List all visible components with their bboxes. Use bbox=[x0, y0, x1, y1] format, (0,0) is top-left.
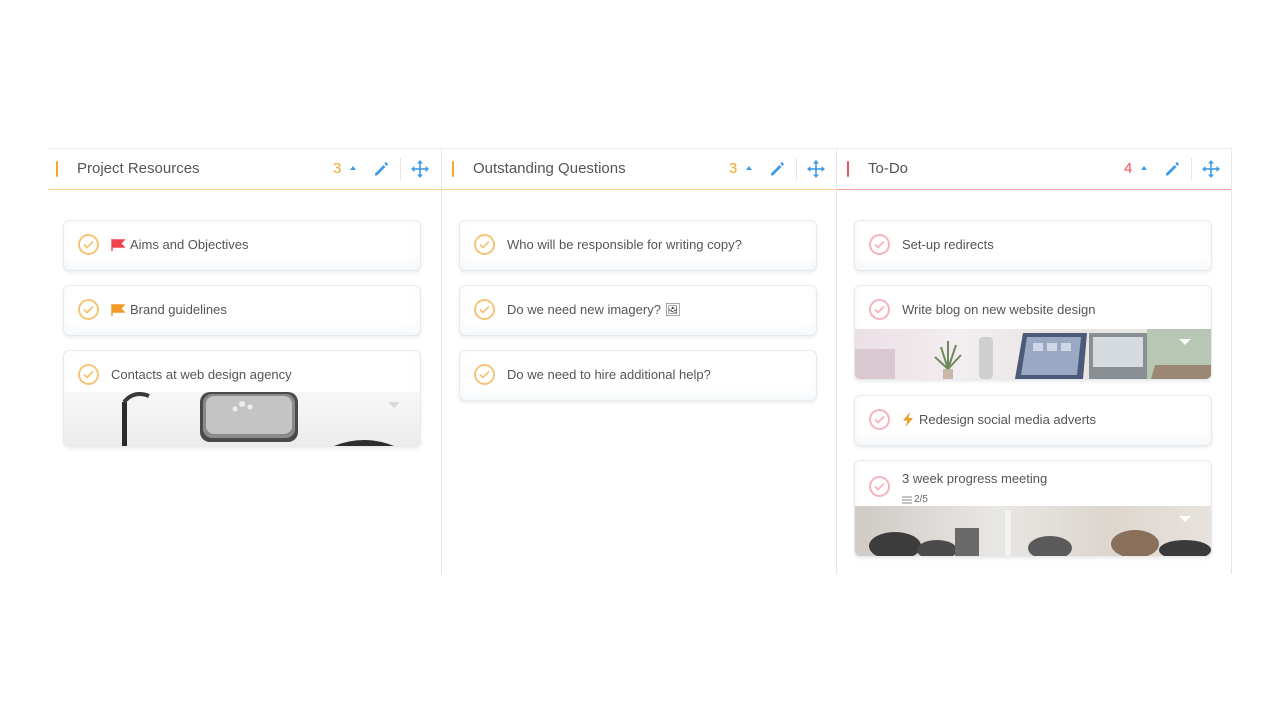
orange-flag-icon bbox=[111, 303, 125, 316]
complete-check-icon[interactable] bbox=[869, 234, 890, 255]
collapse-caret-icon[interactable] bbox=[746, 166, 752, 170]
card-aims-and-objectives[interactable]: Aims and Objectives bbox=[63, 220, 421, 271]
edit-pencil-icon[interactable] bbox=[768, 160, 786, 178]
card-new-imagery[interactable]: Do we need new imagery? 🖼 bbox=[459, 285, 817, 336]
card-writing-copy[interactable]: Who will be responsible for writing copy… bbox=[459, 220, 817, 271]
card-title: Contacts at web design agency bbox=[111, 367, 292, 382]
lightning-bolt-icon bbox=[903, 412, 913, 427]
header-divider bbox=[400, 158, 401, 180]
card-brand-guidelines[interactable]: Brand guidelines bbox=[63, 285, 421, 336]
edit-pencil-icon[interactable] bbox=[1163, 160, 1181, 178]
complete-check-icon[interactable] bbox=[869, 409, 890, 430]
card-title: Set-up redirects bbox=[902, 237, 994, 252]
card-redesign-social-media-adverts[interactable]: Redesign social media adverts bbox=[854, 395, 1212, 446]
expand-image-chevron-icon[interactable] bbox=[1179, 339, 1191, 345]
checklist-icon bbox=[902, 496, 912, 503]
card-3-week-progress-meeting[interactable]: 3 week progress meeting 2/5 bbox=[854, 460, 1212, 557]
collapse-caret-icon[interactable] bbox=[350, 166, 356, 170]
complete-check-icon[interactable] bbox=[78, 299, 99, 320]
move-arrows-icon[interactable] bbox=[806, 159, 826, 179]
column-card-count: 4 bbox=[1124, 160, 1133, 177]
complete-check-icon[interactable] bbox=[869, 299, 890, 320]
column-outstanding-questions: Outstanding Questions 3 Who will be resp… bbox=[441, 149, 836, 574]
column-card-count: 3 bbox=[333, 160, 342, 177]
column-title: Project Resources bbox=[77, 160, 200, 177]
column-accent-bar bbox=[847, 161, 849, 177]
collapse-caret-icon[interactable] bbox=[1141, 166, 1147, 170]
card-cover-image[interactable] bbox=[855, 506, 1211, 556]
card-title: Do we need new imagery? 🖼 bbox=[507, 302, 682, 317]
column-card-count: 3 bbox=[729, 160, 738, 177]
move-arrows-icon[interactable] bbox=[410, 159, 430, 179]
edit-pencil-icon[interactable] bbox=[372, 160, 390, 178]
card-title: 3 week progress meeting bbox=[902, 471, 1048, 486]
expand-image-chevron-icon[interactable] bbox=[388, 402, 400, 408]
card-title: Redesign social media adverts bbox=[919, 412, 1097, 427]
column-project-resources: Project Resources 3 Aims and Objectives … bbox=[48, 149, 441, 574]
kanban-board: Project Resources 3 Aims and Objectives … bbox=[48, 148, 1232, 574]
move-arrows-icon[interactable] bbox=[1201, 159, 1221, 179]
column-accent-bar bbox=[452, 161, 454, 177]
header-divider bbox=[1191, 158, 1192, 180]
complete-check-icon[interactable] bbox=[869, 476, 890, 497]
column-header: To-Do 4 bbox=[837, 149, 1231, 190]
card-title: Write blog on new website design bbox=[902, 302, 1096, 317]
column-header: Project Resources 3 bbox=[48, 149, 441, 190]
card-title: Brand guidelines bbox=[130, 302, 227, 317]
card-contacts-at-web-design-agency[interactable]: Contacts at web design agency bbox=[63, 350, 421, 447]
card-title: Aims and Objectives bbox=[130, 237, 249, 252]
column-accent-bar bbox=[56, 161, 58, 177]
expand-image-chevron-icon[interactable] bbox=[1179, 516, 1191, 522]
card-cover-image[interactable] bbox=[64, 392, 420, 446]
column-title: Outstanding Questions bbox=[473, 160, 626, 177]
red-flag-icon bbox=[111, 238, 125, 251]
complete-check-icon[interactable] bbox=[78, 234, 99, 255]
card-cover-image[interactable] bbox=[855, 329, 1211, 379]
column-to-do: To-Do 4 Set-up redirects Write blog on n… bbox=[836, 149, 1232, 574]
column-title: To-Do bbox=[868, 160, 909, 177]
checklist-progress: 2/5 bbox=[902, 494, 928, 505]
complete-check-icon[interactable] bbox=[474, 299, 495, 320]
complete-check-icon[interactable] bbox=[474, 234, 495, 255]
column-header: Outstanding Questions 3 bbox=[442, 149, 836, 190]
complete-check-icon[interactable] bbox=[78, 364, 99, 385]
card-set-up-redirects[interactable]: Set-up redirects bbox=[854, 220, 1212, 271]
card-write-blog[interactable]: Write blog on new website design bbox=[854, 285, 1212, 380]
card-title: Who will be responsible for writing copy… bbox=[507, 237, 742, 252]
card-hire-additional-help[interactable]: Do we need to hire additional help? bbox=[459, 350, 817, 401]
header-divider bbox=[796, 158, 797, 180]
checklist-count: 2/5 bbox=[914, 494, 928, 505]
complete-check-icon[interactable] bbox=[474, 364, 495, 385]
card-title: Do we need to hire additional help? bbox=[507, 367, 711, 382]
